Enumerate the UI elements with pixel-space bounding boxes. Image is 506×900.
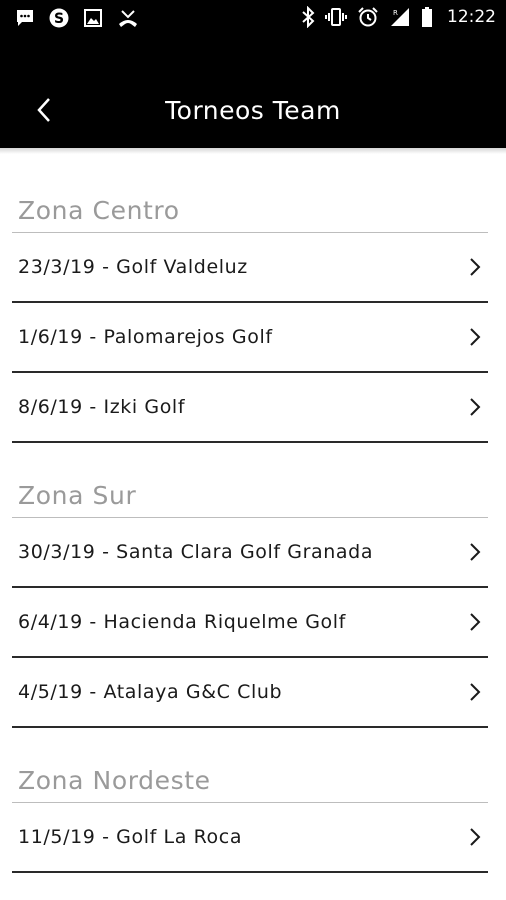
tournament-row[interactable]: 30/3/19 - Santa Clara Golf Granada: [12, 518, 488, 588]
image-icon: [84, 9, 102, 27]
chevron-right-icon: [470, 613, 481, 631]
alarm-icon: [358, 7, 378, 27]
tournament-label: 30/3/19 - Santa Clara Golf Granada: [18, 541, 374, 563]
tournament-row[interactable]: 23/3/19 - Golf Valdeluz: [12, 233, 488, 303]
vibrate-icon: [325, 8, 347, 26]
svg-text:S: S: [54, 11, 64, 27]
battery-icon: [422, 7, 432, 27]
chevron-right-icon: [470, 328, 481, 346]
bluetooth-icon: [302, 6, 315, 28]
zone-header: Zona Sur: [12, 443, 488, 518]
skype-icon: S: [49, 8, 69, 28]
zone-header: Zona Nordeste: [12, 728, 488, 803]
tournament-label: 1/6/19 - Palomarejos Golf: [18, 326, 273, 348]
tournament-row[interactable]: 11/5/19 - Golf La Roca: [12, 803, 488, 873]
page-title: Torneos Team: [165, 96, 341, 125]
tournament-label: 4/5/19 - Atalaya G&C Club: [18, 681, 283, 703]
tournament-list: Zona Centro 23/3/19 - Golf Valdeluz 1/6/…: [0, 154, 506, 873]
tournament-row[interactable]: 4/5/19 - Atalaya G&C Club: [12, 658, 488, 728]
tournament-row[interactable]: 6/4/19 - Hacienda Riquelme Golf: [12, 588, 488, 658]
svg-text:R: R: [393, 9, 398, 17]
status-time: 12:22: [447, 7, 496, 27]
app-bar: Torneos Team: [0, 38, 506, 148]
zone-sur: Zona Sur 30/3/19 - Santa Clara Golf Gran…: [0, 443, 506, 728]
chevron-right-icon: [470, 398, 481, 416]
status-bar: S R 12:22: [0, 0, 506, 38]
zone-header: Zona Centro: [12, 154, 488, 233]
tournament-row[interactable]: 8/6/19 - Izki Golf: [12, 373, 488, 443]
chevron-right-icon: [470, 828, 481, 846]
tournament-label: 11/5/19 - Golf La Roca: [18, 826, 243, 848]
chevron-right-icon: [470, 683, 481, 701]
signal-icon: R: [391, 8, 409, 26]
chevron-right-icon: [470, 543, 481, 561]
chevron-right-icon: [470, 258, 481, 276]
zone-centro: Zona Centro 23/3/19 - Golf Valdeluz 1/6/…: [0, 154, 506, 443]
zone-nordeste: Zona Nordeste 11/5/19 - Golf La Roca: [0, 728, 506, 873]
system-icons: R 12:22: [301, 6, 496, 28]
tournament-row[interactable]: 1/6/19 - Palomarejos Golf: [12, 303, 488, 373]
tournament-label: 23/3/19 - Golf Valdeluz: [18, 256, 248, 278]
notification-icons: S: [14, 7, 140, 29]
tournament-label: 6/4/19 - Hacienda Riquelme Golf: [18, 611, 346, 633]
message-icon: [17, 10, 33, 26]
missed-call-icon: [119, 10, 137, 27]
tournament-label: 8/6/19 - Izki Golf: [18, 396, 186, 418]
